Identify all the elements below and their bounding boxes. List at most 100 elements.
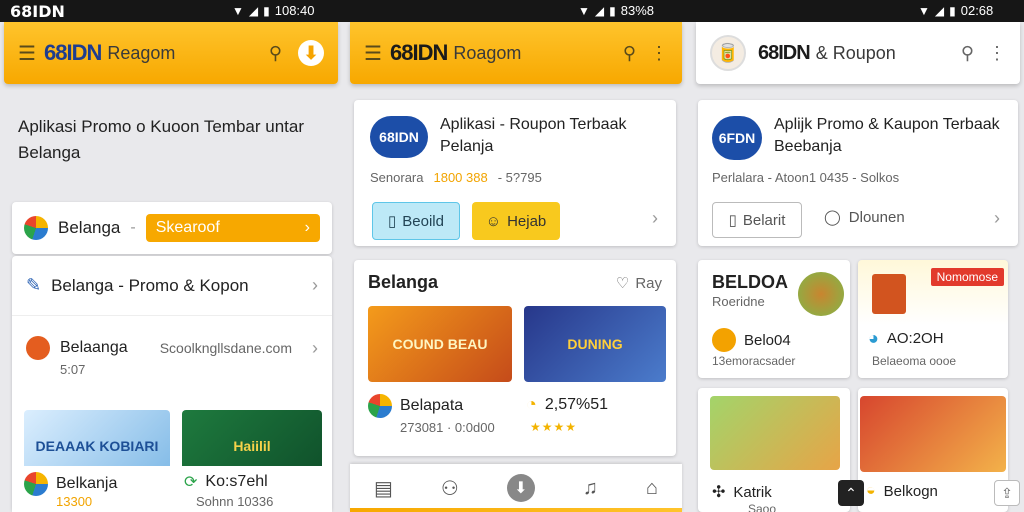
gamepad-icon: ✣ bbox=[712, 484, 726, 501]
wifi-icon: ▼ bbox=[578, 3, 590, 18]
food-bowl-image bbox=[798, 272, 844, 316]
store-icon bbox=[26, 336, 50, 360]
status-icons-2: ▼ ◢ ▮ 83%8 bbox=[578, 3, 654, 18]
page-headline: Aplikasi Promo o Kuoon Tembar untar Bela… bbox=[18, 117, 305, 162]
chat-icon[interactable]: ♫ bbox=[583, 477, 598, 500]
brand-icon bbox=[368, 394, 392, 418]
download-icon[interactable]: ⬇ bbox=[506, 474, 535, 502]
app-card: 6FDN Aplijk Promo & Kaupon Terbaak Beeba… bbox=[698, 100, 1018, 246]
meta-value: 1800 388 bbox=[433, 170, 488, 185]
app-bar: ☰ 68IDN Roagom ⚲ ⋮ bbox=[350, 22, 682, 84]
grid-sub: Roeridne bbox=[712, 294, 765, 309]
more-icon[interactable]: ⋮ bbox=[988, 43, 1006, 64]
share-icon[interactable]: ⚇ bbox=[441, 476, 459, 501]
wifi-icon: ▼ bbox=[918, 3, 930, 18]
status-time-2: 83%8 bbox=[620, 3, 654, 18]
chevron-right-icon[interactable]: › bbox=[994, 208, 1000, 229]
download-icon[interactable]: ⬇ bbox=[298, 40, 324, 66]
search-icon[interactable]: ⚲ bbox=[961, 43, 974, 64]
search-icon[interactable]: ⚲ bbox=[269, 43, 282, 64]
battery-icon: ▮ bbox=[949, 3, 956, 18]
section-title: Belanga bbox=[368, 272, 439, 292]
app-logo: 68IDN bbox=[44, 40, 102, 65]
product-image bbox=[860, 396, 1006, 472]
scroll-top-button[interactable]: ⌃ bbox=[838, 480, 864, 506]
search-promo-button[interactable]: Skearoof › bbox=[145, 214, 320, 242]
promo-image[interactable]: COUND BEAU bbox=[368, 306, 512, 382]
brand-icon bbox=[24, 472, 48, 496]
screen-3: 🥫 68IDN & Roupon ⚲ ⋮ 6FDN Aplijk Promo &… bbox=[692, 22, 1024, 512]
bottom-navigation: ▤ ⚇ ⬇ ♫ ⌂ bbox=[350, 464, 682, 512]
app-bar: ☰ 68IDN Reagom ⚲ ⬇ bbox=[4, 22, 338, 84]
house-icon[interactable]: ⌂ bbox=[646, 477, 658, 500]
item-title: 2,57%51 bbox=[544, 395, 609, 413]
belanja-card[interactable]: Belanga - Skearoof › bbox=[12, 202, 332, 254]
share-button[interactable]: ⇪ bbox=[994, 480, 1020, 506]
grid-title: Belkogn bbox=[883, 482, 938, 500]
section-link[interactable]: Ray bbox=[635, 275, 662, 292]
action-button[interactable]: ◯ Dlounen bbox=[824, 208, 905, 227]
grid-card[interactable]: ◒ Belkogn bbox=[858, 388, 1008, 512]
signal-icon: ◢ bbox=[934, 3, 945, 18]
link-icon: ⟳ bbox=[184, 474, 198, 491]
app-logo-badge: 68IDN bbox=[370, 116, 428, 158]
coin-icon: ◒ bbox=[866, 482, 876, 499]
item-meta: 273081 · 0:0d00 bbox=[400, 420, 495, 435]
grid-card[interactable]: BELDOA Roeridne Belo04 13emoracsader bbox=[698, 260, 850, 378]
home-icon[interactable]: ▤ bbox=[374, 476, 393, 501]
signal-icon: ◢ bbox=[248, 3, 259, 18]
brand-icon bbox=[24, 216, 48, 240]
more-icon[interactable]: ⋮ bbox=[650, 43, 668, 64]
promo-image[interactable]: DUNING bbox=[524, 306, 666, 382]
status-bar: 68IDN ▼ ◢ ▮ 108:40 ▼ ◢ ▮ 83%8 ▼ ◢ ▮ 02:6… bbox=[0, 0, 1024, 22]
list-item-title: Belaanga bbox=[60, 339, 128, 356]
wifi-icon: ▼ bbox=[232, 3, 244, 18]
app-subtitle: Reagom bbox=[107, 42, 176, 63]
action-button[interactable]: ▯ Belarit bbox=[712, 202, 802, 238]
meta-extra: - 5?795 bbox=[497, 170, 542, 185]
list-item[interactable]: Belaanga Scoolkngllsdane.com › 5:07 bbox=[12, 318, 332, 402]
grid-meta: Belaeoma oooe bbox=[872, 354, 957, 368]
chevron-right-icon[interactable]: › bbox=[652, 208, 658, 229]
heart-icon[interactable]: ♡ bbox=[616, 274, 629, 292]
footer-value: 13300 bbox=[56, 494, 93, 509]
screen-1: ☰ 68IDN Reagom ⚲ ⬇ Aplikasi Promo o Kuoo… bbox=[0, 22, 342, 512]
status-icons-1: ▼ ◢ ▮ 108:40 bbox=[232, 3, 315, 18]
grid-title: Katrik bbox=[733, 483, 772, 501]
meta-label: Senorara bbox=[370, 170, 424, 185]
smile-icon: ☺ bbox=[485, 212, 502, 230]
footer-title: Ko:s7ehl bbox=[205, 473, 268, 490]
list-item-detail: Scoolkngllsdane.com bbox=[159, 340, 292, 356]
menu-icon[interactable]: ☰ bbox=[18, 41, 44, 66]
search-icon[interactable]: ⚲ bbox=[623, 43, 636, 64]
nav-accent-bar bbox=[350, 508, 682, 512]
product-image bbox=[872, 274, 906, 314]
app-card: 68IDN Aplikasi - Roupon Terbaak Pelanja … bbox=[354, 100, 676, 246]
action-button[interactable]: ☺ Hejab bbox=[472, 202, 560, 240]
belanja-title: Belanga bbox=[58, 218, 121, 237]
bookmark-icon: ▯ bbox=[728, 212, 737, 229]
grid-title: AO:2OH bbox=[886, 330, 944, 347]
grid-card[interactable]: ✣ Katrik Saoo bbox=[698, 388, 850, 512]
item-title: Belapata bbox=[400, 397, 464, 414]
cart-icon: ◕ bbox=[868, 328, 879, 348]
app-logo: 68IDN bbox=[758, 41, 811, 64]
app-icon: 🥫 bbox=[710, 35, 746, 71]
footer-row: Belkanja 13300 ⟳ Ko:s7ehl Sohnn 10336 bbox=[12, 466, 332, 512]
app-title: Aplikasi - Roupon Terbaak Pelanja bbox=[440, 116, 627, 156]
grid-card[interactable]: Nomomose ◕ AO:2OH Belaeoma oooe bbox=[858, 260, 1008, 378]
battery-icon: ▮ bbox=[263, 3, 270, 18]
footer-title: Belkanja bbox=[56, 475, 118, 492]
screen-2: ☰ 68IDN Roagom ⚲ ⋮ 68IDN Aplikasi - Roup… bbox=[346, 22, 686, 512]
promo-badge: Nomomose bbox=[930, 268, 1004, 286]
section-card: Belanga ♡ Ray COUND BEAU DUNING Belapata… bbox=[354, 260, 676, 456]
chevron-right-icon: › bbox=[312, 337, 318, 358]
status-time-3: 02:68 bbox=[960, 3, 994, 18]
coin-icon: ◔ bbox=[526, 394, 537, 414]
list-item-title: Belanga - Promo & Kopon bbox=[51, 275, 249, 295]
action-button[interactable]: ▯ Beoild bbox=[372, 202, 460, 240]
tag-icon: ✎ bbox=[26, 275, 42, 295]
bookmark-icon: ▯ bbox=[388, 213, 397, 230]
menu-icon[interactable]: ☰ bbox=[364, 41, 390, 66]
list-item[interactable]: ✎ Belanga - Promo & Kopon › bbox=[12, 256, 332, 316]
